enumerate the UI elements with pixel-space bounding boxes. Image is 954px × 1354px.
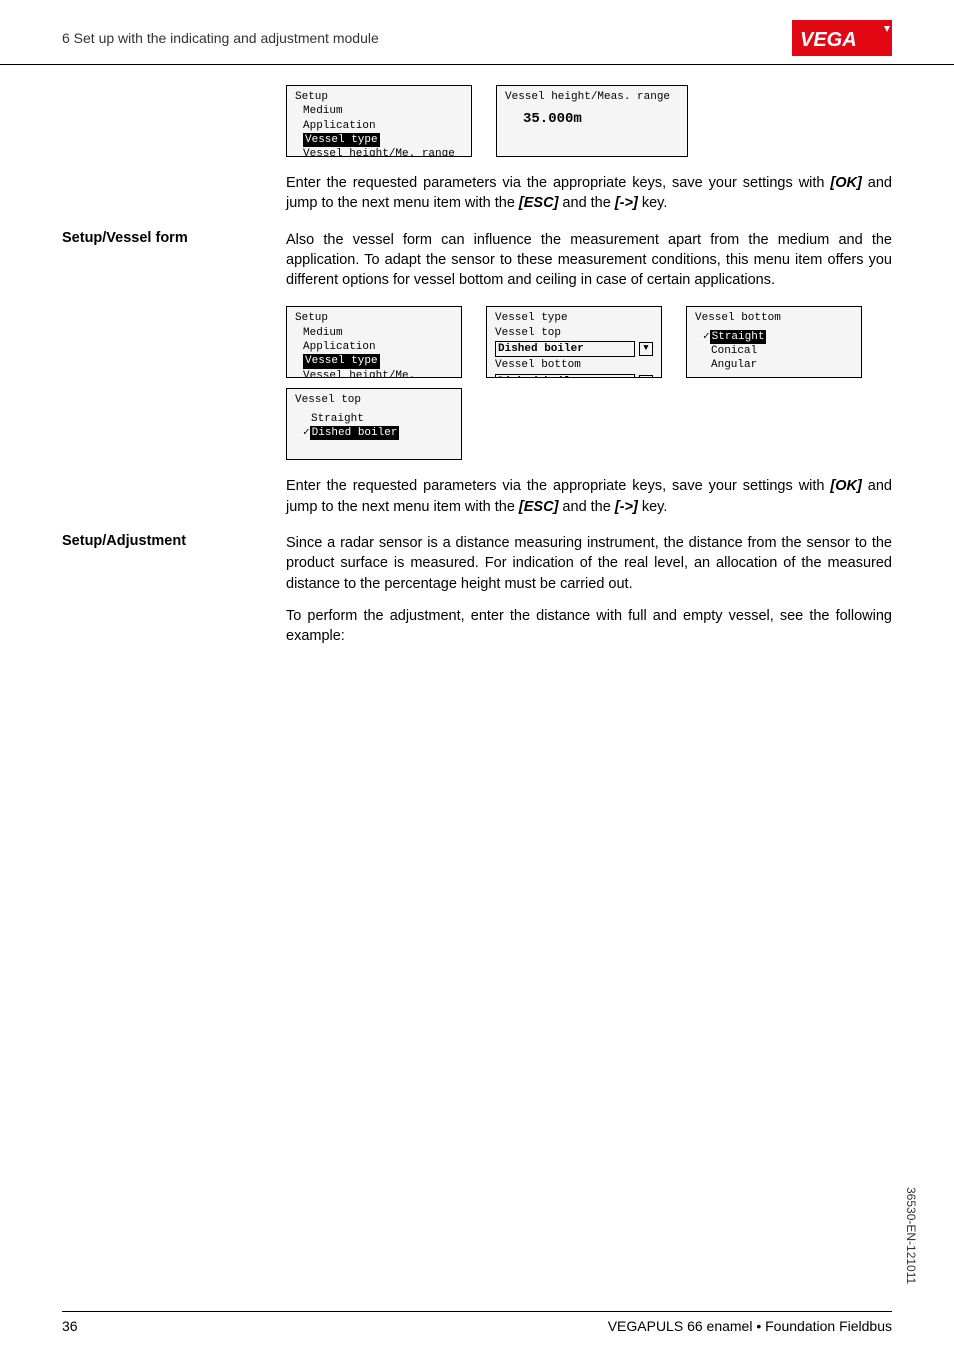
- section-label: Setup/Adjustment: [62, 533, 286, 646]
- lcd-item: Medium: [295, 326, 453, 340]
- lcd-item: Vessel height/Me. range: [295, 147, 463, 157]
- lcd-sublabel: Vessel top: [495, 326, 653, 340]
- key-label: [->]: [615, 499, 638, 515]
- dropdown-arrow-icon: ▼: [639, 342, 653, 356]
- dropdown-arrow-icon: ▼: [639, 375, 653, 379]
- paragraph-1: Enter the requested parameters via the a…: [286, 173, 892, 214]
- lcd-item: Application: [295, 119, 463, 133]
- text: Enter the requested parameters via the a…: [286, 175, 830, 191]
- text: and the: [558, 499, 614, 515]
- key-label: [ESC]: [519, 499, 558, 515]
- lcd-title: Vessel bottom: [695, 311, 853, 325]
- lcd-highlight: Dished boiler: [310, 426, 400, 440]
- section-label: Setup/Vessel form: [62, 230, 286, 291]
- lcd-title: Vessel height/Meas. range: [505, 90, 679, 104]
- document-code: 36530-EN-121011: [904, 1187, 918, 1284]
- text: Enter the requested parameters via the a…: [286, 478, 830, 494]
- section-text: Since a radar sensor is a distance measu…: [286, 533, 892, 594]
- lcd-highlight: Straight: [710, 330, 767, 344]
- section-text: Also the vessel form can influence the m…: [286, 230, 892, 291]
- lcd-item: Vessel height/Me. range: [295, 369, 453, 379]
- lcd-item-highlighted: ✓Straight: [695, 330, 853, 344]
- lcd-dropdown: Dished boiler ▼: [495, 373, 653, 379]
- check-icon: ✓: [703, 331, 710, 343]
- header-section-title: 6 Set up with the indicating and adjustm…: [62, 30, 379, 46]
- key-label: [ESC]: [519, 195, 558, 211]
- vega-logo-svg: VEGA: [792, 20, 892, 56]
- lcd-title: Vessel type: [495, 311, 653, 325]
- lcd-vessel-type: Vessel type Vessel top Dished boiler ▼ V…: [486, 306, 662, 378]
- lcd-sublabel: Vessel bottom: [495, 358, 653, 372]
- lcd-item-highlighted: Vessel type: [295, 354, 453, 368]
- lcd-meas-range: Vessel height/Meas. range 35.000m: [496, 85, 688, 157]
- text: key.: [638, 499, 668, 515]
- section-text-wrap: Since a radar sensor is a distance measu…: [286, 533, 892, 646]
- page-content: Setup Medium Application Vessel type Ves…: [0, 85, 954, 647]
- key-label: [OK]: [830, 175, 861, 191]
- paragraph-2: Enter the requested parameters via the a…: [286, 476, 892, 517]
- text: key.: [638, 195, 668, 211]
- lcd-dropdown: Dished boiler ▼: [495, 340, 653, 358]
- dropdown-value: Dished boiler: [495, 341, 635, 357]
- lcd-item: Straight: [295, 412, 453, 426]
- lcd-title: Vessel top: [295, 393, 453, 407]
- lcd-item: Application: [295, 340, 453, 354]
- svg-text:VEGA: VEGA: [800, 29, 857, 51]
- lcd-row-1: Setup Medium Application Vessel type Ves…: [286, 85, 892, 157]
- document-title: VEGAPULS 66 enamel • Foundation Fieldbus: [608, 1318, 892, 1334]
- lcd-row-3: Vessel top Straight ✓Dished boiler: [286, 388, 892, 460]
- lcd-item: Conical: [695, 344, 853, 358]
- lcd-item-highlighted: Vessel type: [295, 133, 463, 147]
- section-text: To perform the adjustment, enter the dis…: [286, 606, 892, 647]
- footer-line: 36 VEGAPULS 66 enamel • Foundation Field…: [62, 1311, 892, 1334]
- lcd-item-highlighted: ✓Dished boiler: [295, 426, 453, 440]
- lcd-vessel-bottom: Vessel bottom ✓Straight Conical Angular: [686, 306, 862, 378]
- lcd-title: Setup: [295, 311, 453, 325]
- lcd-highlight: Vessel type: [303, 354, 380, 368]
- lcd-value: 35.000m: [505, 104, 679, 128]
- lcd-item: Angular: [695, 358, 853, 372]
- dropdown-value: Dished boiler: [495, 374, 635, 379]
- lcd-setup-menu-1: Setup Medium Application Vessel type Ves…: [286, 85, 472, 157]
- section-adjustment: Setup/Adjustment Since a radar sensor is…: [62, 533, 892, 646]
- lcd-row-2: Setup Medium Application Vessel type Ves…: [286, 306, 892, 378]
- text: and the: [558, 195, 614, 211]
- vega-logo: VEGA: [792, 20, 892, 56]
- check-icon: ✓: [303, 427, 310, 439]
- lcd-title: Setup: [295, 90, 463, 104]
- lcd-vessel-top: Vessel top Straight ✓Dished boiler: [286, 388, 462, 460]
- lcd-item: Medium: [295, 104, 463, 118]
- page-number: 36: [62, 1318, 78, 1334]
- page-footer: 36 VEGAPULS 66 enamel • Foundation Field…: [0, 1311, 954, 1334]
- lcd-setup-menu-2: Setup Medium Application Vessel type Ves…: [286, 306, 462, 378]
- lcd-highlight: Vessel type: [303, 133, 380, 147]
- key-label: [->]: [615, 195, 638, 211]
- page-header: 6 Set up with the indicating and adjustm…: [0, 0, 954, 65]
- key-label: [OK]: [830, 478, 861, 494]
- section-vessel-form: Setup/Vessel form Also the vessel form c…: [62, 230, 892, 291]
